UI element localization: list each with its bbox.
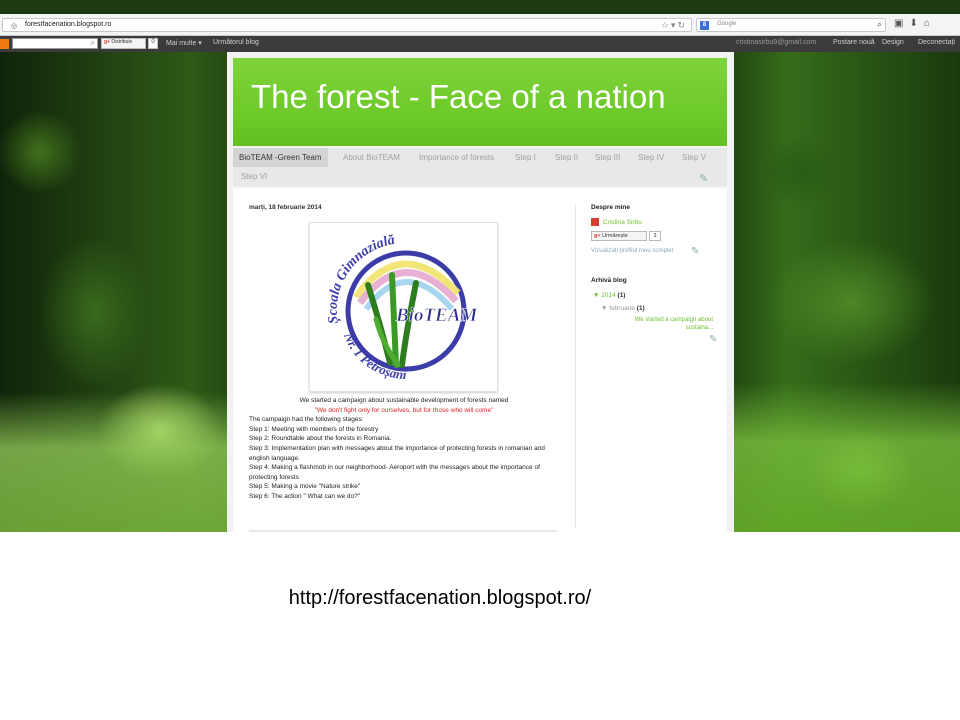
archive-year[interactable]: 2014 — [601, 292, 615, 299]
post-line-step-4: Step 4: Making a flashmob in our neighbo… — [249, 464, 540, 481]
blogger-logo-icon[interactable] — [0, 39, 9, 49]
post-line-step-1: Step 1: Meeting with members of the fore… — [249, 425, 379, 433]
post-line-step-2: Step 2: Roundtable about the forests in … — [249, 435, 392, 443]
search-placeholder: Google — [717, 21, 737, 27]
g-plus-share-button[interactable]: g+ Distribuie — [101, 38, 146, 49]
blog-post: marți, 18 februarie 2014 BioTEAM Școala … — [233, 188, 573, 532]
bioteam-logo-svg: BioTEAM Școala Gimnazială Nr. 1 Petroșan… — [326, 233, 479, 382]
blog-content: marți, 18 februarie 2014 BioTEAM Școala … — [233, 188, 727, 532]
share-count: 0 — [148, 38, 158, 49]
post-body: We started a campaign about sustainable … — [249, 396, 559, 502]
screenshot: ◎ forestfacenation.blogspot.ro ☆▾↻ 8 Goo… — [0, 0, 960, 532]
browser-toolbar: ◎ forestfacenation.blogspot.ro ☆▾↻ 8 Goo… — [0, 14, 960, 36]
expand-triangle-icon[interactable]: ▼ — [601, 305, 607, 312]
gplus-icon: g+ — [594, 233, 601, 239]
tab-bioteam-green-team[interactable]: BioTEAM -Green Team — [233, 148, 328, 167]
archive-month-item[interactable]: ▼ februarie (1) — [601, 305, 645, 312]
profile-name-link[interactable]: Cristina Sirbu — [603, 219, 642, 226]
tab-about-bioteam[interactable]: About BioTEAM — [337, 148, 406, 167]
globe-icon: ◎ — [11, 23, 18, 30]
post-line-step-6: Step 6: The action " What can we do?" — [249, 492, 361, 500]
edit-wrench-icon[interactable]: ✎ — [691, 246, 699, 257]
search-icon[interactable]: ⌕ — [91, 38, 95, 48]
blog-header: The forest - Face of a nation — [233, 58, 727, 146]
view-profile-link[interactable]: Vizualizați profilul meu complet — [591, 248, 673, 254]
expand-triangle-icon[interactable]: ▼ — [593, 292, 599, 299]
post-footer-bar — [249, 530, 557, 532]
archive-year-item[interactable]: ▼ 2014 (1) — [593, 292, 625, 299]
new-post-link[interactable]: Postare nouă — [833, 39, 875, 46]
navbar-search-input[interactable]: ⌕ — [12, 38, 98, 49]
column-divider — [575, 204, 576, 528]
blog-page: The forest - Face of a nation BioTEAM -G… — [227, 52, 734, 532]
page-tabs: BioTEAM -Green Team About BioTEAM Import… — [233, 148, 727, 186]
archive-post-link[interactable]: We started a campaign about sustaina... — [617, 316, 713, 332]
post-line-slogan: "We don't fight only for ourselves, but … — [314, 406, 494, 414]
browser-search-box[interactable]: 8 Google ⌕ — [696, 18, 886, 32]
gplus-icon: g+ — [104, 39, 110, 45]
tab-step-2[interactable]: Step II — [549, 148, 584, 167]
profile-row: Cristina Sirbu — [591, 218, 642, 226]
archive-month[interactable]: februarie — [609, 305, 635, 312]
tab-step-6[interactable]: Step VI — [235, 167, 273, 186]
bioteam-logo-image[interactable]: BioTEAM Școala Gimnazială Nr. 1 Petroșan… — [309, 222, 498, 392]
grass-left — [0, 392, 230, 532]
url-caption: http://forestfacenation.blogspot.ro/ — [288, 587, 592, 609]
edit-wrench-icon[interactable]: ✎ — [709, 334, 717, 345]
post-date: marți, 18 februarie 2014 — [249, 204, 322, 211]
search-engine-icon[interactable]: 8 — [700, 21, 709, 30]
post-line-step-3: Step 3: Implementation plan with message… — [249, 444, 545, 462]
follow-button[interactable]: g+ Urmărește — [591, 231, 647, 241]
search-icon[interactable]: ⌕ — [877, 19, 882, 30]
next-blog-link[interactable]: Următorul blog — [213, 39, 259, 46]
bookmark-star-icon[interactable]: ☆▾↻ — [661, 20, 687, 31]
grass-right — [734, 382, 960, 532]
tab-step-5[interactable]: Step V — [676, 148, 712, 167]
archive-year-count: (1) — [617, 292, 626, 299]
more-menu[interactable]: Mai multe ▾ — [166, 39, 202, 47]
blogger-navbar: ⌕ g+ Distribuie 0 Mai multe ▾ Următorul … — [0, 36, 960, 52]
logout-link[interactable]: Deconectați — [918, 39, 955, 46]
post-line-step-5: Step 5: Making a movie "Nature strike" — [249, 483, 361, 491]
tab-step-1[interactable]: Step I — [509, 148, 542, 167]
edit-wrench-icon[interactable]: ✎ — [699, 172, 708, 185]
account-email[interactable]: cristinasirbu9@gmail.com — [736, 39, 816, 46]
archive-heading: Arhivă blog — [591, 277, 627, 284]
post-line-stages: The campaign had the following stages: — [249, 416, 364, 424]
toolbar-icons[interactable]: ▣⬇⌂ — [894, 18, 936, 29]
address-bar[interactable]: ◎ forestfacenation.blogspot.ro ☆▾↻ — [2, 18, 692, 32]
gplus-profile-icon — [591, 218, 599, 226]
tab-step-3[interactable]: Step III — [589, 148, 626, 167]
follower-count: 3 — [649, 231, 661, 241]
tab-importance-of-forests[interactable]: Importance of forests — [413, 148, 500, 167]
address-url: forestfacenation.blogspot.ro — [25, 21, 112, 28]
design-link[interactable]: Design — [882, 39, 904, 46]
blog-title[interactable]: The forest - Face of a nation — [251, 78, 666, 116]
sidebar: Despre mine Cristina Sirbu g+ Urmărește … — [591, 188, 725, 532]
archive-month-count: (1) — [636, 305, 645, 312]
logo-center-text: BioTEAM — [395, 305, 478, 326]
tab-step-4[interactable]: Step IV — [632, 148, 670, 167]
post-line-intro: We started a campaign about sustainable … — [299, 397, 509, 404]
about-heading: Despre mine — [591, 204, 631, 211]
